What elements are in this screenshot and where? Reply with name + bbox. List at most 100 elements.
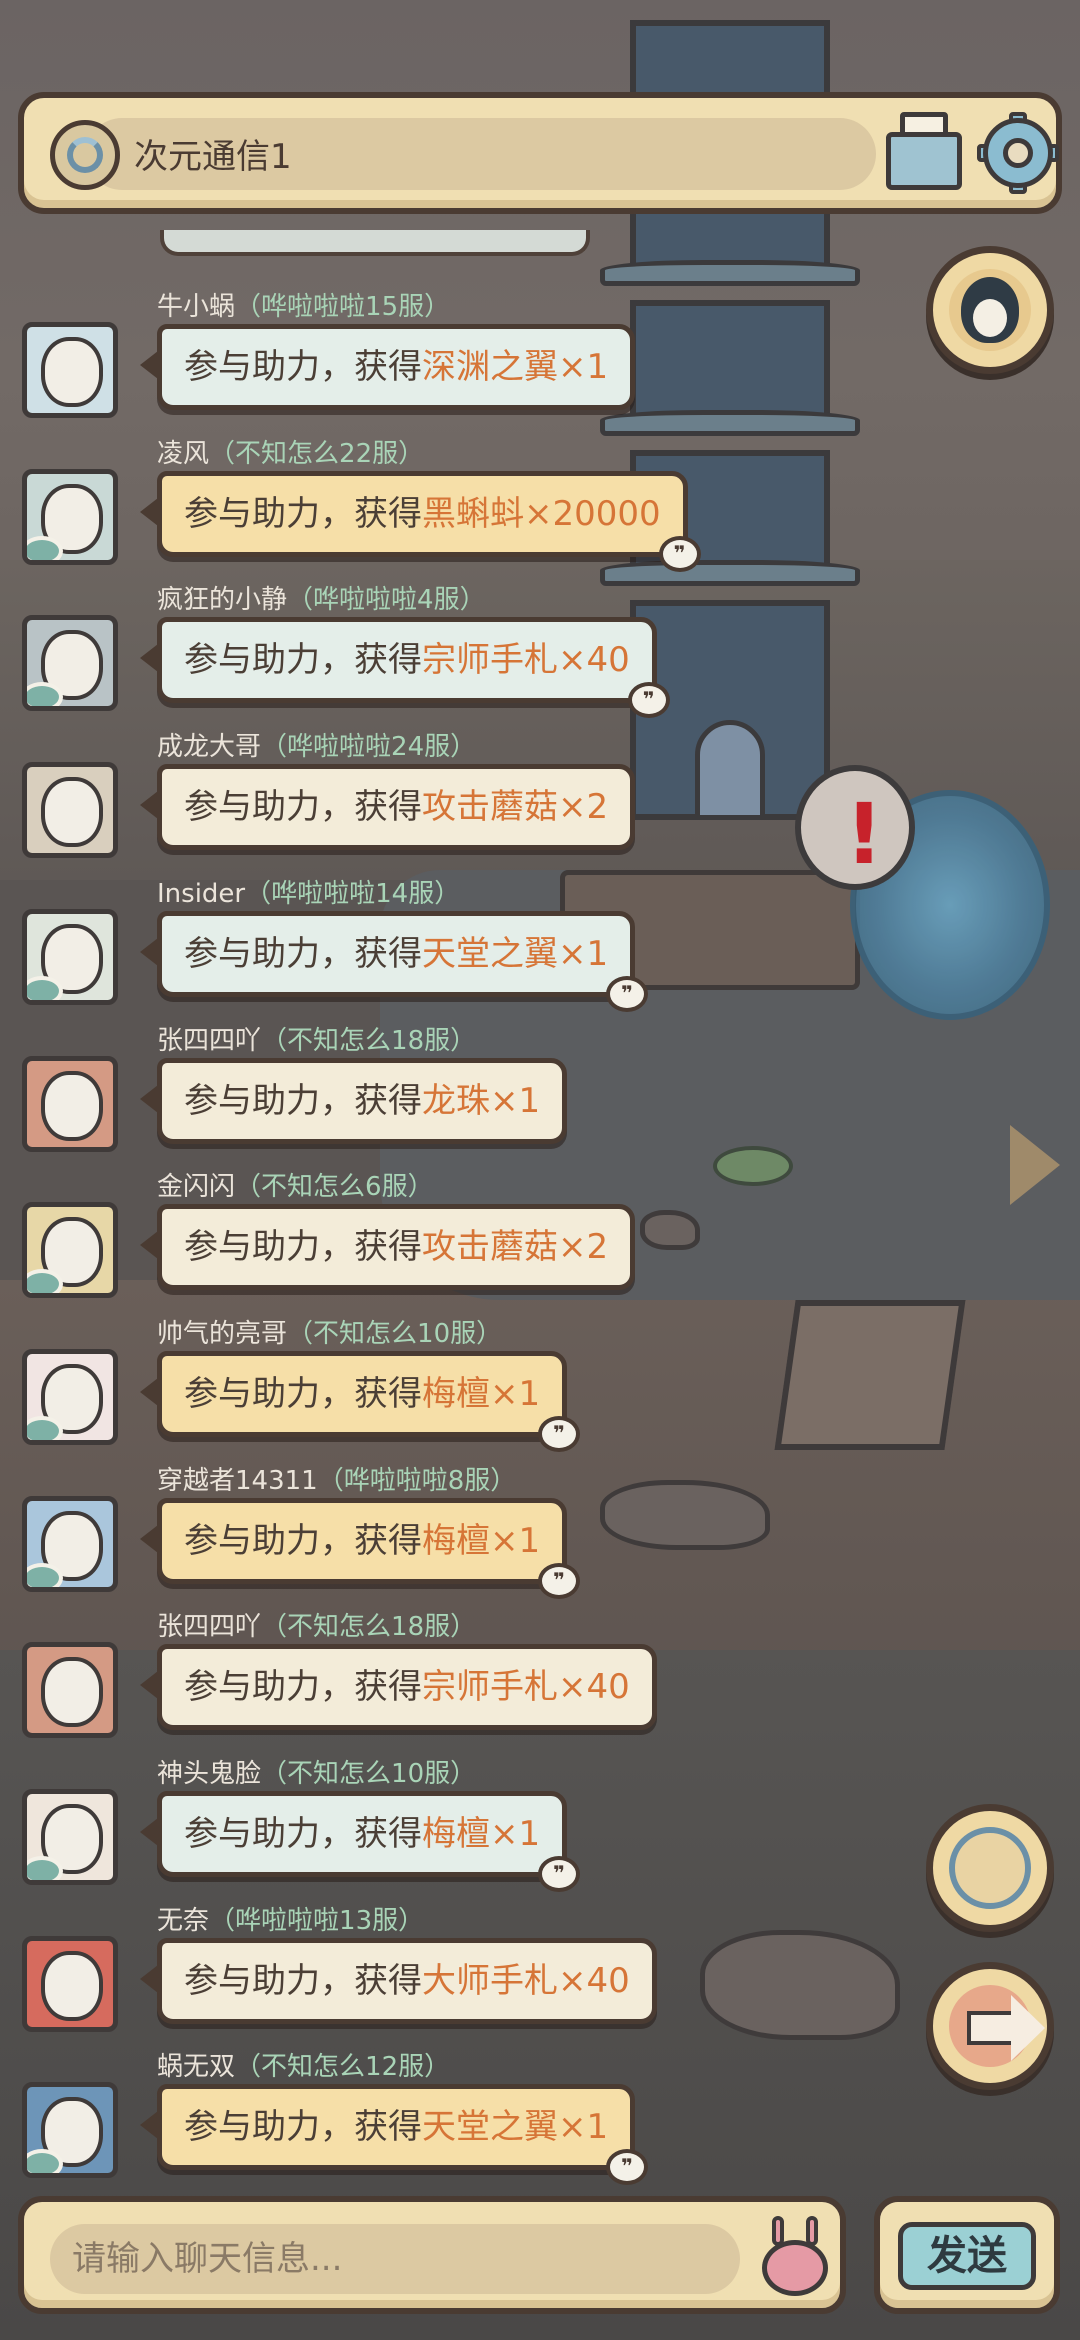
avatar[interactable] bbox=[22, 1055, 118, 1152]
paren-open: （ bbox=[261, 1025, 288, 1056]
sender-server: （不知怎么10服） bbox=[287, 1319, 502, 1349]
server-name: 不知怎么18服 bbox=[287, 1025, 451, 1056]
partial-message-bubble bbox=[160, 230, 590, 256]
avatar[interactable] bbox=[22, 1935, 118, 2032]
message-bubble[interactable]: 参与助力，获得宗师手札×40 ❞ bbox=[140, 617, 670, 719]
sender-name[interactable]: Insider bbox=[157, 879, 245, 909]
message-text: 参与助力，获得 bbox=[184, 1080, 422, 1121]
paren-close: ） bbox=[450, 1612, 477, 1643]
chat-message: 穿越者14311（哗啦啦啦8服） 参与助力，获得梅檀×1 ❞ bbox=[0, 1434, 1080, 1599]
sender-line: 穿越者14311（哗啦啦啦8服） bbox=[157, 1460, 516, 1497]
paren-close: ） bbox=[476, 1318, 503, 1349]
paren-open: （ bbox=[209, 438, 236, 469]
avatar[interactable] bbox=[22, 1495, 118, 1592]
chat-message: 张四四吖（不知怎么18服） 参与助力，获得宗师手札×40 bbox=[0, 1580, 1080, 1739]
server-name: 哗啦啦啦13服 bbox=[235, 1905, 399, 1936]
sender-server: （不知怎么12服） bbox=[235, 2052, 450, 2082]
sender-name[interactable]: 神头鬼脸 bbox=[157, 1759, 261, 1789]
server-name: 不知怎么12服 bbox=[261, 2052, 425, 2083]
send-button-label[interactable]: 发送 bbox=[898, 2222, 1036, 2290]
message-bubble[interactable]: 参与助力，获得天堂之翼×1 ❞ bbox=[139, 2084, 649, 2186]
avatar[interactable] bbox=[22, 1202, 118, 1299]
paren-open: （ bbox=[317, 1465, 344, 1496]
server-name: 哗啦啦啦24服 bbox=[287, 732, 451, 763]
send-button[interactable]: 发送 bbox=[874, 2196, 1060, 2314]
message-bubble[interactable]: 参与助力，获得梅檀×1 ❞ bbox=[139, 1791, 581, 1892]
sender-server: （哗啦啦啦24服） bbox=[261, 732, 476, 762]
sender-name[interactable]: 疯狂的小静 bbox=[157, 585, 287, 615]
chat-header-bar: 次元通信1 bbox=[18, 92, 1062, 214]
paren-open: （ bbox=[261, 1612, 288, 1643]
sender-name[interactable]: 帅气的亮哥 bbox=[157, 1319, 287, 1349]
mail-icon[interactable] bbox=[886, 112, 962, 196]
sender-line: 张四四吖（不知怎么18服） bbox=[157, 1606, 476, 1643]
chat-input[interactable] bbox=[50, 2224, 740, 2294]
message-text: 参与助力，获得 bbox=[184, 347, 422, 387]
reward-item: 深渊之翼×1 bbox=[422, 347, 609, 387]
paren-close: ） bbox=[490, 1465, 517, 1496]
sender-name[interactable]: 成龙大哥 bbox=[157, 732, 261, 762]
message-bubble[interactable]: 参与助力，获得梅檀×1 ❞ bbox=[139, 1497, 581, 1599]
sender-name[interactable]: 牛小蜗 bbox=[157, 292, 235, 322]
avatar[interactable] bbox=[22, 1789, 118, 1885]
reward-item: 龙珠×1 bbox=[422, 1080, 541, 1121]
sender-line: 张四四吖（不知怎么18服） bbox=[157, 1020, 476, 1057]
avatar[interactable] bbox=[22, 2082, 118, 2179]
sender-server: （不知怎么6服） bbox=[235, 1172, 434, 1202]
sender-server: （不知怎么10服） bbox=[261, 1759, 476, 1789]
paren-open: （ bbox=[245, 878, 272, 909]
sender-server: （哗啦啦啦4服） bbox=[287, 585, 486, 615]
message-bubble[interactable]: 参与助力，获得攻击蘑菇×2 bbox=[139, 764, 636, 851]
paren-close: ） bbox=[424, 292, 451, 322]
sender-server: （哗啦啦啦8服） bbox=[318, 1466, 517, 1496]
message-bubble[interactable]: 参与助力，获得梅檀×1 ❞ bbox=[139, 1350, 581, 1452]
avatar[interactable] bbox=[22, 1642, 118, 1739]
sender-line: 帅气的亮哥（不知怎么10服） bbox=[157, 1313, 502, 1350]
message-bubble[interactable]: 参与助力，获得深渊之翼×1 bbox=[139, 324, 636, 410]
paren-open: （ bbox=[287, 585, 314, 616]
gear-icon[interactable] bbox=[977, 112, 1059, 194]
server-name: 不知怎么22服 bbox=[235, 438, 399, 469]
message-bubble[interactable]: 参与助力，获得黑蝌蚪×20000 ❞ bbox=[140, 470, 701, 572]
paren-close: ） bbox=[398, 438, 425, 469]
avatar[interactable] bbox=[22, 1348, 118, 1445]
chat-message-list[interactable]: 牛小蜗（哗啦啦啦15服） 参与助力，获得深渊之翼×1 凌风（不知怎么22服） 参与助力… bbox=[0, 230, 1080, 2190]
message-bubble[interactable]: 参与助力，获得大师手札×40 bbox=[140, 1937, 657, 2024]
eye-icon bbox=[27, 2149, 63, 2174]
avatar[interactable] bbox=[22, 615, 118, 712]
paren-open: （ bbox=[261, 1759, 288, 1789]
chat-message: 牛小蜗（哗啦啦啦15服） 参与助力，获得深渊之翼×1 bbox=[0, 260, 1080, 418]
avatar[interactable] bbox=[22, 322, 118, 418]
reward-item: 大师手札×40 bbox=[422, 1960, 630, 2001]
portal-icon[interactable] bbox=[50, 120, 120, 190]
snail-emoji-icon[interactable] bbox=[754, 2216, 838, 2300]
reward-item: 黑蝌蚪×20000 bbox=[422, 493, 661, 534]
chat-message: 无奈（哗啦啦啦13服） 参与助力，获得大师手札×40 bbox=[0, 1874, 1080, 2032]
sender-name[interactable]: 无奈 bbox=[157, 1906, 209, 1936]
paren-close: ） bbox=[450, 1759, 477, 1789]
message-bubble[interactable]: 参与助力，获得龙珠×1 bbox=[139, 1057, 568, 1144]
sender-name[interactable]: 穿越者14311 bbox=[157, 1466, 318, 1496]
sender-name[interactable]: 蜗无双 bbox=[157, 2052, 235, 2082]
message-bubble[interactable]: 参与助力，获得天堂之翼×1 ❞ bbox=[139, 910, 649, 1012]
sender-name[interactable]: 金闪闪 bbox=[157, 1172, 235, 1202]
sender-line: 无奈（哗啦啦啦13服） bbox=[157, 1900, 424, 1937]
paren-open: （ bbox=[235, 292, 262, 322]
avatar[interactable] bbox=[22, 468, 118, 565]
channel-name[interactable]: 次元通信1 bbox=[134, 129, 292, 178]
sender-name[interactable]: 张四四吖 bbox=[157, 1612, 261, 1642]
chat-input-bar bbox=[18, 2196, 846, 2314]
reward-item: 宗师手札×40 bbox=[422, 1667, 630, 1708]
avatar[interactable] bbox=[22, 762, 118, 859]
message-bubble[interactable]: 参与助力，获得攻击蘑菇×2 bbox=[139, 1204, 636, 1291]
sender-name[interactable]: 凌风 bbox=[157, 439, 209, 469]
avatar[interactable] bbox=[22, 908, 118, 1005]
paren-close: ） bbox=[450, 1025, 477, 1056]
message-bubble[interactable]: 参与助力，获得宗师手札×40 bbox=[140, 1644, 657, 1731]
quote-icon: ❞ bbox=[606, 2149, 649, 2186]
message-text: 参与助力，获得 bbox=[184, 1520, 422, 1561]
paren-close: ） bbox=[407, 1172, 434, 1203]
server-name: 哗啦啦啦14服 bbox=[271, 878, 435, 909]
sender-name[interactable]: 张四四吖 bbox=[157, 1026, 261, 1056]
reward-item: 宗师手札×40 bbox=[422, 640, 630, 681]
